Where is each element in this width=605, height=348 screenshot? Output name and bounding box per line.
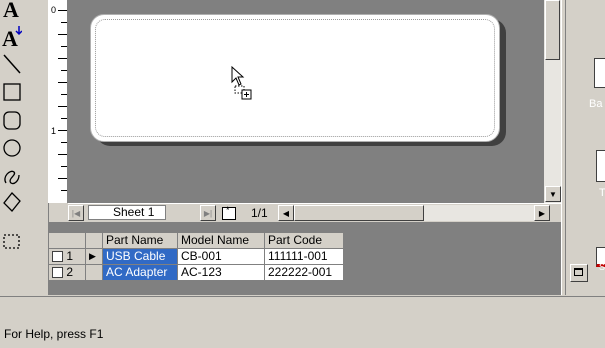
drag-copy-cursor-icon [231,65,255,103]
row-number: 2 [66,265,74,279]
first-page-icon: |◀ [71,208,81,218]
vertical-scroll-thumb[interactable] [545,0,560,60]
arrow-right-icon: ▶ [538,208,546,218]
row-number: 1 [66,249,74,263]
vertical-text-tool-icon[interactable]: A [2,24,22,48]
ruler-mark-0: 0 [51,5,57,15]
last-sheet-button[interactable]: ▶| [200,205,216,221]
barcode-tool-icon[interactable] [594,58,605,88]
label-surface[interactable] [90,14,500,142]
rectangle-tool-icon[interactable] [2,80,22,104]
design-canvas[interactable] [68,0,544,203]
svg-text:A: A [2,26,18,48]
ruler-tick [58,34,67,35]
row-checkbox[interactable] [52,251,63,263]
ruler-tick [58,106,67,107]
last-page-icon: ▶| [203,208,213,218]
page-counter: 1/1 [251,206,268,220]
row-checkbox[interactable] [52,267,63,279]
column-header-part-name[interactable]: Part Name [102,232,178,249]
grid-header-row: Part Name Model Name Part Code [48,232,344,249]
ruler-mark-1: 1 [51,126,57,136]
ruler-tick [61,46,67,47]
panel-restore-button[interactable] [570,264,588,282]
cell-part-code[interactable]: 222222-001 [264,264,344,281]
marquee-select-tool-icon[interactable] [2,230,22,254]
right-panel-item-2: T [599,187,605,199]
ruler-tick [58,82,67,83]
freehand-tool-icon[interactable] [2,164,22,188]
vertical-scrollbar[interactable]: ▼ [544,0,561,203]
arrow-left-icon: ◀ [282,208,290,218]
line-tool-icon[interactable] [2,52,22,76]
sheet-bar: |◀ Sheet 1 ▶| * 1/1 ◀ ▶ [68,203,561,222]
current-row-indicator-icon: ▶ [85,248,103,265]
cell-part-name[interactable]: AC Adapter [102,264,178,281]
vertical-ruler: 0 1 [48,0,68,203]
ruler-tick [61,22,67,23]
ruler-tick [61,118,67,119]
arrow-down-icon: ▼ [549,189,557,199]
row-header[interactable]: 2 [48,264,86,281]
first-sheet-button[interactable]: |◀ [68,205,84,221]
ruler-tick [61,190,67,191]
sheet-tab[interactable]: Sheet 1 [88,205,166,220]
sheet-tab-label: Sheet 1 [113,205,155,219]
printable-area-border [95,19,495,137]
cell-part-name[interactable]: USB Cable [102,248,178,265]
row-header[interactable]: 1 [48,248,86,265]
cell-model-name[interactable]: CB-001 [177,248,265,265]
ellipse-tool-icon[interactable] [2,136,22,160]
cell-model-name[interactable]: AC-123 [177,264,265,281]
column-header-model-name[interactable]: Model Name [177,232,265,249]
cell-part-code[interactable]: 111111-001 [264,248,344,265]
ruler-tick [61,70,67,71]
ruler-tick [61,142,67,143]
ruler-tick [61,166,67,167]
right-panel-item-1: Ba [589,98,603,110]
row-indicator [85,264,103,281]
table-row[interactable]: 1 ▶ USB Cable CB-001 111111-001 [48,248,344,265]
ruler-tick [61,94,67,95]
text-tool-icon[interactable]: A [2,0,22,24]
tool-palette: A A [0,0,49,295]
scroll-right-button[interactable]: ▶ [534,205,550,221]
new-sheet-icon[interactable]: * [222,205,236,220]
restore-icon [574,268,583,276]
scroll-down-button[interactable]: ▼ [545,186,561,202]
ruler-tick [58,130,67,131]
horizontal-scroll-thumb[interactable] [294,205,424,221]
grid-indicator-header [85,232,103,249]
rounded-rectangle-tool-icon[interactable] [2,108,22,132]
ruler-tick [58,178,67,179]
ruler-tick [58,154,67,155]
database-grid: Part Name Model Name Part Code 1 ▶ USB C… [48,232,344,281]
svg-text:A: A [3,1,19,22]
ruler-tick [58,10,67,11]
right-panel-item-3: S [599,262,605,272]
scroll-left-button[interactable]: ◀ [278,205,294,221]
table-row[interactable]: 2 AC Adapter AC-123 222222-001 [48,264,344,281]
ruler-tick [58,58,67,59]
right-panel: Ba T S [566,0,605,295]
status-bar: For Help, press F1 [0,296,605,348]
database-grid-area: Part Name Model Name Part Code 1 ▶ USB C… [48,222,561,295]
status-text: For Help, press F1 [4,327,104,341]
column-header-part-code[interactable]: Part Code [264,232,344,249]
text-tool-panel-icon[interactable] [596,150,605,182]
horizontal-scrollbar[interactable]: ◀ ▶ [278,205,550,221]
grid-corner[interactable] [48,232,86,249]
polygon-tool-icon[interactable] [2,190,22,214]
